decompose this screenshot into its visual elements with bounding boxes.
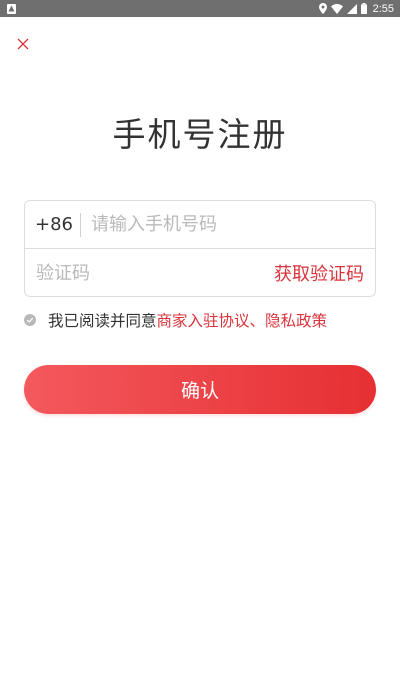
country-code[interactable]: +86 xyxy=(25,214,80,235)
confirm-button[interactable]: 确认 xyxy=(24,365,376,414)
notification-icon xyxy=(7,3,16,14)
agreement-prefix: 我已阅读并同意 xyxy=(48,312,157,330)
verification-code-input[interactable] xyxy=(25,249,274,297)
code-row: 获取验证码 xyxy=(25,249,375,297)
agreement-checkbox[interactable] xyxy=(24,314,36,326)
register-form: +86 获取验证码 xyxy=(24,200,376,297)
status-time: 2:55 xyxy=(372,2,394,15)
close-icon xyxy=(17,35,29,54)
battery-icon xyxy=(360,3,367,14)
cellular-icon xyxy=(346,3,357,14)
page-title: 手机号注册 xyxy=(112,115,288,154)
status-bar: 2:55 xyxy=(0,0,400,17)
get-code-button[interactable]: 获取验证码 xyxy=(274,260,375,286)
location-icon xyxy=(318,3,327,14)
phone-row: +86 xyxy=(25,201,375,249)
wifi-icon xyxy=(330,3,343,14)
merchant-agreement-link[interactable]: 商家入驻协议 xyxy=(157,309,250,331)
field-divider xyxy=(80,212,81,237)
privacy-policy-link[interactable]: 隐私政策 xyxy=(265,309,327,331)
close-button[interactable] xyxy=(13,34,33,54)
status-left xyxy=(7,3,16,14)
agreement-separator: 、 xyxy=(249,312,266,330)
check-icon xyxy=(26,317,34,323)
status-right: 2:55 xyxy=(318,2,394,15)
phone-input[interactable] xyxy=(91,201,375,248)
agreement-row: 我已阅读并同意 商家入驻协议 、 隐私政策 xyxy=(24,310,327,330)
